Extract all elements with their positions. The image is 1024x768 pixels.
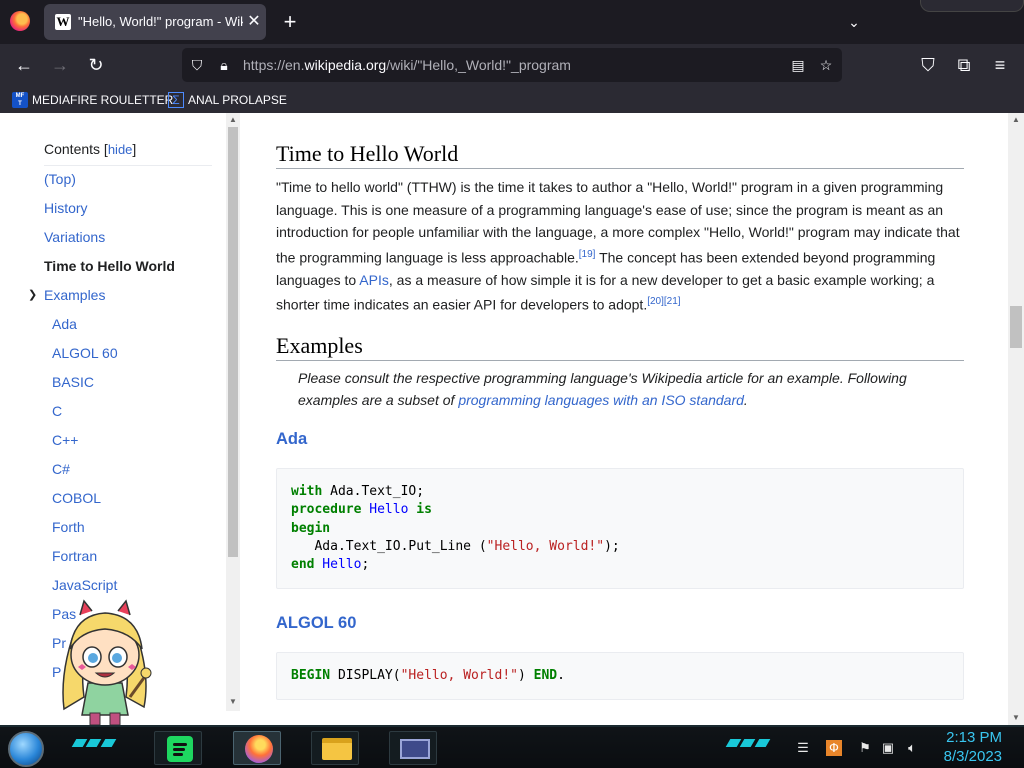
action-center-flag-icon[interactable]: ⚑: [857, 740, 873, 756]
firefox-taskbar-icon: [245, 735, 273, 763]
lock-icon[interactable]: 🔒︎: [215, 56, 233, 74]
reload-icon[interactable]: ↻: [82, 52, 110, 78]
toc-item-algol-60[interactable]: ALGOL 60: [52, 345, 118, 361]
iso-languages-link[interactable]: programming languages with an ISO standa…: [458, 392, 744, 408]
section-heading-examples: Examples: [276, 333, 964, 361]
url-bar[interactable]: ⛉ 🔒︎ https://en.wikipedia.org/wiki/"Hell…: [182, 48, 842, 82]
toc-item-javascript[interactable]: JavaScript: [52, 577, 117, 593]
url-text[interactable]: https://en.wikipedia.org/wiki/"Hello,_Wo…: [243, 57, 571, 73]
code-block-algol-60: BEGIN DISPLAY("Hello, World!") END.: [276, 652, 964, 701]
code-block-ada: with Ada.Text_IO; procedure Hello is beg…: [276, 468, 964, 590]
bookmark-mediafire-rouletter[interactable]: MF T MEDIAFIRE ROULETTER: [12, 90, 173, 110]
toc-scrollbar-thumb[interactable]: [228, 127, 238, 557]
start-orb-icon[interactable]: [8, 731, 44, 767]
sigma-icon: Σ: [168, 92, 184, 108]
tracking-protection-shield-icon[interactable]: ⛉: [188, 56, 206, 74]
tray-overflow-icon[interactable]: ☰: [795, 740, 811, 756]
toc-item-top[interactable]: (Top): [44, 171, 76, 187]
firefox-icon[interactable]: [10, 11, 30, 31]
tray-app-icon[interactable]: Ф: [826, 740, 842, 756]
taskbar-decoration-right: [725, 739, 771, 747]
menu-icon[interactable]: ≡: [986, 52, 1014, 78]
subsection-heading-ada: Ada: [276, 430, 308, 448]
new-tab-button[interactable]: +: [278, 8, 302, 36]
terminal-icon: [400, 739, 430, 759]
folder-icon: [322, 738, 352, 760]
toc-scroll-up-icon[interactable]: ▲: [226, 113, 240, 127]
page-scroll-up-icon[interactable]: ▲: [1008, 113, 1024, 127]
toc-item-history[interactable]: History: [44, 200, 88, 216]
back-icon[interactable]: ←: [10, 52, 38, 78]
toc-item-c[interactable]: C: [52, 403, 62, 419]
reader-view-icon[interactable]: ▤: [789, 56, 807, 74]
page-scroll-down-icon[interactable]: ▼: [1008, 711, 1024, 725]
apis-link[interactable]: APIs: [359, 272, 389, 288]
taskbar: ☰ Ф ⚑ ▣ 🔈︎ 2:13 PM 8/3/2023: [0, 725, 1024, 768]
cartoon-character-overlay: [62, 599, 152, 725]
toc-item-examples[interactable]: Examples: [44, 287, 105, 303]
toc-item-basic[interactable]: BASIC: [52, 374, 94, 390]
close-tab-icon[interactable]: ✕: [244, 10, 264, 34]
extensions-icon[interactable]: ⧉: [950, 52, 978, 78]
forward-icon[interactable]: →: [46, 52, 74, 78]
reference-21[interactable]: [21]: [664, 296, 681, 307]
clock-time[interactable]: 2:13 PM: [940, 729, 1002, 746]
page-scrollbar-thumb[interactable]: [1010, 306, 1022, 348]
volume-icon[interactable]: 🔈︎: [904, 740, 920, 756]
toc-item-forth[interactable]: Forth: [52, 519, 85, 535]
window-decoration: [920, 0, 1024, 12]
taskbar-app-spotify[interactable]: [154, 731, 202, 765]
bookmark-anal-prolapse[interactable]: Σ ANAL PROLAPSE: [168, 90, 287, 110]
taskbar-app-firefox[interactable]: [233, 731, 281, 765]
wikipedia-icon: W: [55, 14, 71, 30]
paragraph-tthw: "Time to hello world" (TTHW) is the time…: [276, 179, 960, 313]
mediafire-icon: MF T: [12, 92, 28, 108]
toc-item-fortran[interactable]: Fortran: [52, 548, 97, 564]
toc-item-variations[interactable]: Variations: [44, 229, 105, 245]
toc-item-ada[interactable]: Ada: [52, 316, 77, 332]
toc-hide-link[interactable]: hide: [108, 142, 133, 157]
toc-divider: [44, 165, 212, 166]
toc-scroll-down-icon[interactable]: ▼: [226, 695, 240, 709]
section-heading-time-to-hello-world: Time to Hello World: [276, 141, 964, 169]
bookmarks-toolbar: MF T MEDIAFIRE ROULETTER Σ ANAL PROLAPSE: [0, 86, 1024, 113]
hatnote: Please consult the respective programmin…: [298, 370, 907, 408]
list-all-tabs-icon[interactable]: ⌄: [842, 10, 866, 34]
toc-item-cobol[interactable]: COBOL: [52, 490, 101, 506]
bookmark-star-icon[interactable]: ☆: [817, 56, 835, 74]
subsection-heading-algol-60: ALGOL 60: [276, 614, 357, 632]
reference-20[interactable]: [20]: [647, 296, 664, 307]
reference-19[interactable]: [19]: [579, 249, 596, 260]
clock-date[interactable]: 8/3/2023: [940, 748, 1002, 765]
taskbar-decoration: [71, 739, 117, 747]
pocket-icon[interactable]: ⛉: [914, 52, 942, 78]
taskbar-app-terminal[interactable]: [389, 731, 437, 765]
navigation-toolbar: ← → ↻ ⛉ 🔒︎ https://en.wikipedia.org/wiki…: [0, 44, 1024, 86]
tab-hello-world[interactable]: W "Hello, World!" program - Wikipedia ✕: [44, 4, 266, 40]
tab-bar: W "Hello, World!" program - Wikipedia ✕ …: [0, 0, 1024, 44]
toc-item-cpp[interactable]: C++: [52, 432, 78, 448]
taskbar-app-file-explorer[interactable]: [311, 731, 359, 765]
network-icon[interactable]: ▣: [880, 740, 896, 756]
tab-title: "Hello, World!" program - Wikipedia: [78, 14, 243, 29]
page-scrollbar[interactable]: [1008, 113, 1024, 725]
toc-item-time-to-hello-world[interactable]: Time to Hello World: [44, 258, 175, 274]
spotify-icon: [167, 736, 193, 762]
toc-collapse-chevron-icon[interactable]: ❯: [28, 288, 37, 301]
toc-item-csharp[interactable]: C#: [52, 461, 70, 477]
toc-heading: Contents [hide]: [44, 141, 137, 157]
web-page: Contents [hide] (Top) History Variations…: [0, 113, 1024, 725]
